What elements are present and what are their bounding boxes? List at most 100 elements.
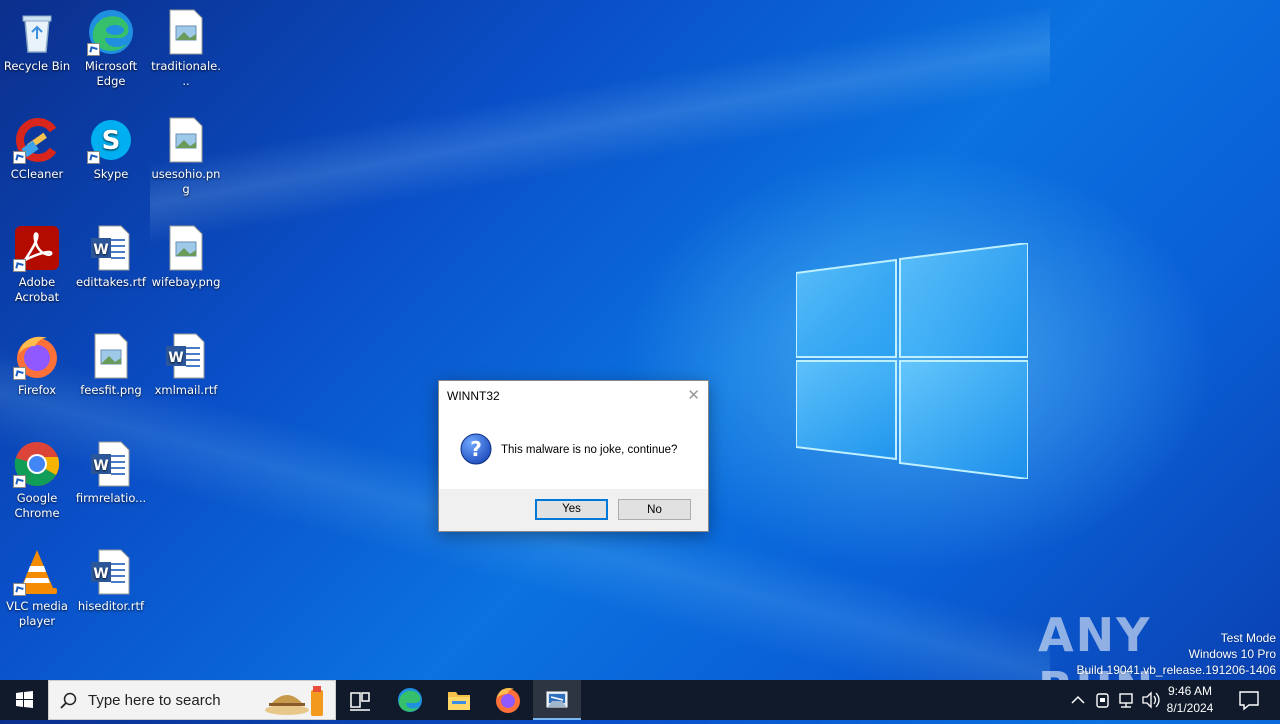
svg-text:?: ? (470, 437, 482, 461)
adobe-acrobat-icon (13, 224, 61, 272)
desktop-icon-label: Recycle Bin (3, 59, 71, 73)
tray-device-icon[interactable] (1092, 680, 1114, 720)
chevron-up-icon (1071, 695, 1085, 704)
vlc-icon (13, 548, 61, 596)
dialog-body: ? This malware is no joke, continue? (439, 415, 708, 489)
desktop-icon-label: Microsoft Edge (84, 59, 138, 88)
word-document-icon: W (162, 332, 210, 380)
windows-watermark: Test Mode Windows 10 Pro Build 19041.vb_… (1077, 630, 1277, 678)
svg-text:W: W (168, 350, 183, 366)
desktop-icon-firefox[interactable]: Firefox (0, 332, 74, 398)
shortcut-arrow-icon (13, 151, 26, 164)
desktop-icon-label: hiseditor.rtf (77, 599, 145, 613)
desktop-icon-skype[interactable]: S Skype (74, 116, 148, 182)
desktop-icon-label: usesohio.png (151, 167, 221, 196)
ccleaner-icon (13, 116, 61, 164)
no-button[interactable]: No (618, 499, 691, 520)
taskbar-firefox[interactable] (484, 680, 532, 720)
taskbar-edge[interactable] (386, 680, 434, 720)
svg-text:S: S (102, 126, 121, 156)
search-highlight-image-icon (265, 686, 323, 716)
search-placeholder: Type here to search (88, 692, 221, 709)
taskbar-active-app[interactable] (533, 680, 581, 720)
chrome-icon (13, 440, 61, 488)
desktop-icon-ccleaner[interactable]: CCleaner (0, 116, 74, 182)
task-view-icon (350, 692, 370, 711)
shortcut-arrow-icon (87, 151, 100, 164)
shortcut-arrow-icon (13, 583, 26, 596)
action-center-button[interactable] (1232, 680, 1268, 720)
desktop-icon-label: wifebay.png (151, 275, 221, 289)
dialog-message: This malware is no joke, continue? (501, 444, 678, 456)
folder-icon (448, 692, 470, 710)
desktop-icon-feesfit-png[interactable]: feesfit.png (74, 332, 148, 398)
desktop-icon-label: Skype (93, 167, 129, 181)
desktop-icon-label: Firefox (17, 383, 57, 397)
recycle-bin-icon (13, 8, 61, 56)
skype-icon: S (87, 116, 135, 164)
desktop-icon-label: xmlmail.rtf (154, 383, 218, 397)
desktop-icon-wifebay-png[interactable]: wifebay.png (149, 224, 223, 290)
watermark-test-mode: Test Mode (1220, 631, 1276, 645)
desktop-icon-label: firmrelatio... (75, 491, 147, 505)
desktop-icon-google-chrome[interactable]: Google Chrome (0, 440, 74, 521)
desktop-icon-label: Google Chrome (14, 491, 60, 520)
volume-icon (1142, 691, 1160, 709)
clock-date: 8/1/2024 (1166, 701, 1214, 715)
taskbar-file-explorer[interactable] (435, 680, 483, 720)
desktop-icon-label: CCleaner (10, 167, 64, 181)
edge-icon (87, 8, 135, 56)
shortcut-arrow-icon (87, 43, 100, 56)
dialog-title: WINNT32 (447, 389, 500, 403)
taskbar-search-box[interactable]: Type here to search (48, 680, 336, 720)
desktop-icon-traditionale[interactable]: traditionale... (149, 8, 223, 89)
image-file-icon (162, 8, 210, 56)
tray-volume-icon[interactable] (1140, 680, 1162, 720)
desktop-icon-hiseditor-rtf[interactable]: W hiseditor.rtf (74, 548, 148, 614)
desktop-icon-edittakes-rtf[interactable]: W edittakes.rtf (74, 224, 148, 290)
desktop-icon-label: feesfit.png (80, 383, 142, 397)
desktop-icon-xmlmail-rtf[interactable]: W xmlmail.rtf (149, 332, 223, 398)
tray-network-icon[interactable] (1116, 680, 1138, 720)
svg-text:W: W (93, 458, 108, 474)
edge-icon (398, 688, 422, 712)
desktop-icon-recycle-bin[interactable]: Recycle Bin (0, 8, 74, 74)
dialog-button-bar: Yes No (439, 489, 708, 531)
desktop-icon-microsoft-edge[interactable]: Microsoft Edge (74, 8, 148, 89)
desktop-icon-label: edittakes.rtf (76, 275, 146, 289)
shortcut-arrow-icon (13, 259, 26, 272)
image-file-icon (87, 332, 135, 380)
desktop-icon-label: traditionale... (151, 59, 221, 88)
task-view-button[interactable] (336, 680, 384, 720)
watermark-build: Build 19041.vb_release.191206-1406 (1076, 663, 1277, 677)
windows-start-icon (16, 691, 33, 708)
desktop-icon-adobe-acrobat[interactable]: Adobe Acrobat (0, 224, 74, 305)
shortcut-arrow-icon (13, 367, 26, 380)
network-icon (1119, 693, 1133, 708)
clock-time: 9:46 AM (1167, 684, 1213, 698)
word-document-icon: W (87, 548, 135, 596)
desktop-icon-label: Adobe Acrobat (14, 275, 60, 304)
yes-button[interactable]: Yes (535, 499, 608, 520)
firefox-icon (496, 688, 520, 713)
close-icon[interactable]: ✕ (687, 386, 700, 404)
notification-icon (1239, 691, 1259, 711)
desktop-icon-firmrelatio[interactable]: W firmrelatio... (74, 440, 148, 506)
light-ray (150, 0, 1050, 250)
desktop-icon-vlc[interactable]: VLC media player (0, 548, 74, 629)
watermark-edition: Windows 10 Pro (1188, 647, 1276, 661)
image-file-icon (162, 116, 210, 164)
start-button[interactable] (0, 680, 48, 720)
taskbar: Type here to search 9:46 AM 8/1/2024 (0, 680, 1280, 720)
firefox-icon (13, 332, 61, 380)
image-file-icon (162, 224, 210, 272)
desktop-icon-usesohio-png[interactable]: usesohio.png (149, 116, 223, 197)
show-hidden-icons-button[interactable] (1068, 680, 1088, 720)
message-box-dialog: WINNT32 ✕ ? This malware is no joke, con… (438, 380, 709, 532)
svg-text:W: W (93, 242, 108, 258)
word-document-icon: W (87, 224, 135, 272)
svg-text:W: W (93, 566, 108, 582)
search-icon (60, 692, 77, 709)
taskbar-clock[interactable]: 9:46 AM 8/1/2024 (1160, 683, 1220, 717)
word-document-icon: W (87, 440, 135, 488)
